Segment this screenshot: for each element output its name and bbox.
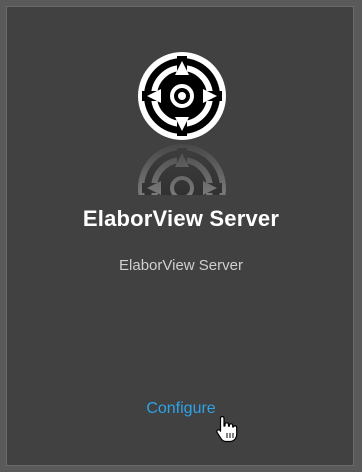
card-subtitle: ElaborView Server [119,257,243,274]
configure-link[interactable]: Configure [7,400,355,418]
crosshair-target-icon [138,52,226,140]
page-background: ElaborView Server ElaborView Server Conf… [0,0,362,472]
server-card[interactable]: ElaborView Server ElaborView Server Conf… [6,6,354,466]
card-title: ElaborView Server [82,206,280,231]
logo-reflection [137,143,227,195]
hand-pointer-icon [216,415,238,443]
